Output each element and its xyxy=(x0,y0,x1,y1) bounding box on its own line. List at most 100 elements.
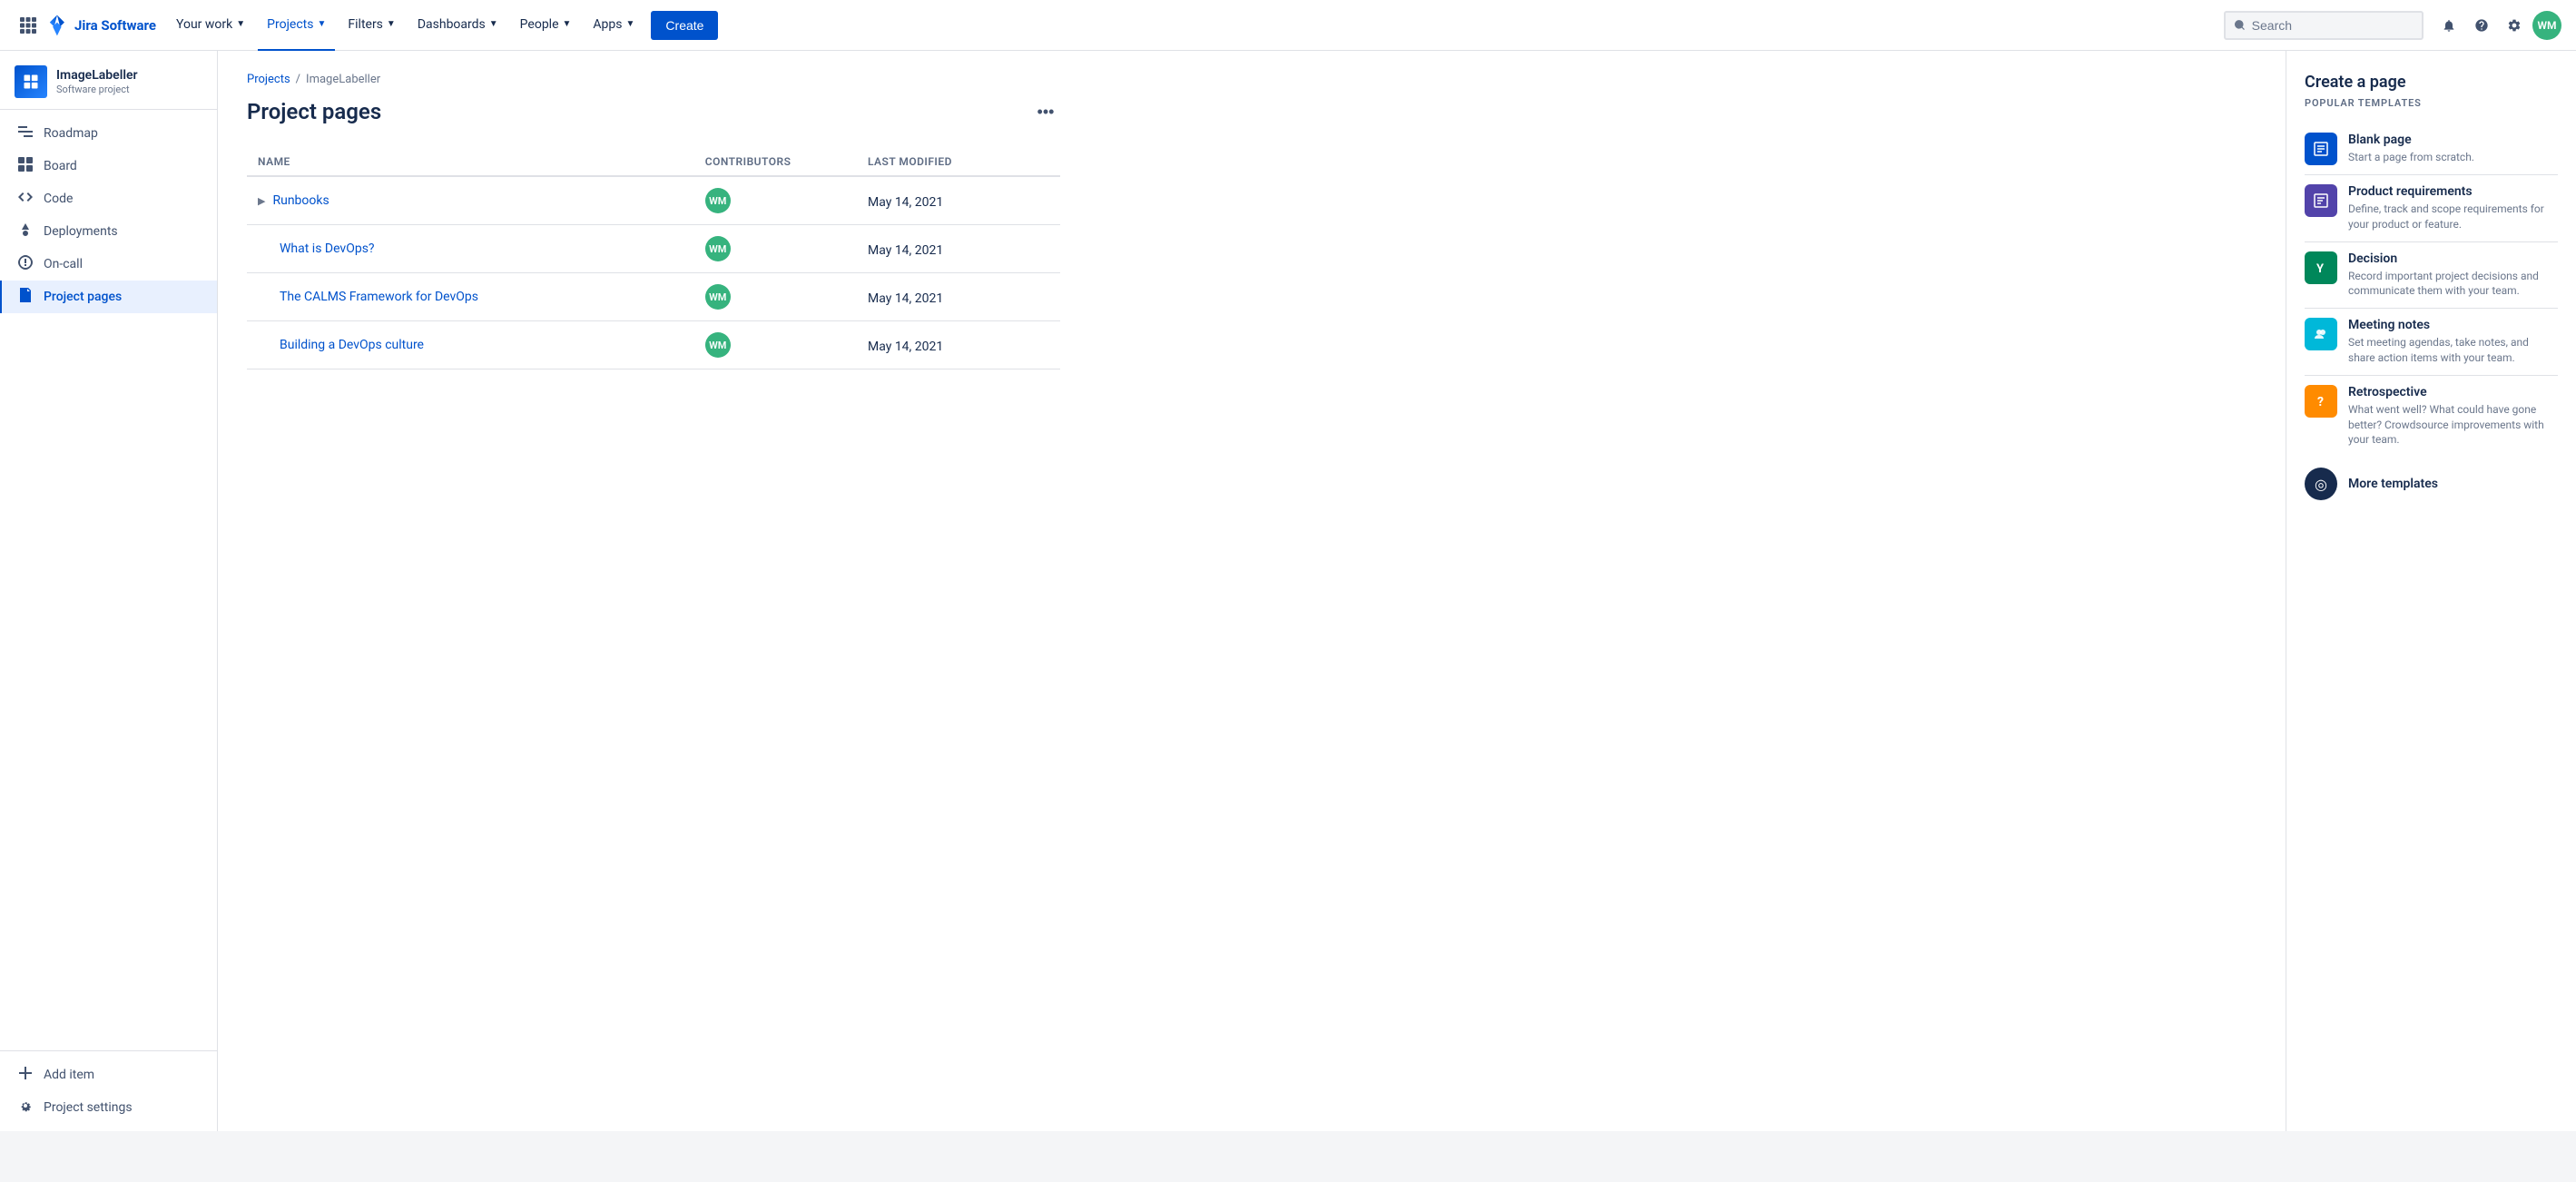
pages-table: Name Contributors Last modified ▶ Runboo… xyxy=(247,148,1060,369)
template-name: Decision xyxy=(2348,251,2558,266)
template-content: Retrospective What went well? What could… xyxy=(2348,385,2558,448)
template-content: Decision Record important project decisi… xyxy=(2348,251,2558,300)
dashboards-chevron-icon: ▼ xyxy=(489,19,498,29)
sidebar-item-oncall[interactable]: On-call xyxy=(0,248,217,281)
breadcrumb-separator: / xyxy=(296,73,300,86)
more-templates-item[interactable]: ◎ More templates xyxy=(2305,457,2558,511)
sidebar-item-board[interactable]: Board xyxy=(0,150,217,182)
board-icon xyxy=(16,157,34,175)
sidebar-navigation: Roadmap Board Code Deployments xyxy=(0,110,217,320)
project-info: ImageLabeller Software project xyxy=(56,68,138,95)
add-item-icon xyxy=(16,1066,34,1084)
people-chevron-icon: ▼ xyxy=(563,19,572,29)
table-row: The CALMS Framework for DevOps WM May 14… xyxy=(247,273,1060,321)
sidebar-item-roadmap[interactable]: Roadmap xyxy=(0,117,217,150)
template-name: Retrospective xyxy=(2348,385,2558,399)
project-pages-icon xyxy=(16,288,34,306)
sidebar-item-project-settings[interactable]: Project settings xyxy=(0,1091,217,1124)
template-desc: Start a page from scratch. xyxy=(2348,150,2474,165)
page-link[interactable]: What is DevOps? xyxy=(280,241,375,256)
help-icon xyxy=(2474,18,2489,33)
nav-people[interactable]: People ▼ xyxy=(511,0,581,51)
oncall-label: On-call xyxy=(44,257,83,271)
template-name: Meeting notes xyxy=(2348,318,2558,332)
create-button[interactable]: Create xyxy=(651,11,718,40)
table-row: Building a DevOps culture WM May 14, 202… xyxy=(247,321,1060,369)
code-label: Code xyxy=(44,192,73,206)
template-item-product-req[interactable]: Product requirements Define, track and s… xyxy=(2305,175,2558,241)
code-icon xyxy=(16,190,34,208)
user-avatar[interactable]: WM xyxy=(2532,11,2561,40)
template-content: Blank page Start a page from scratch. xyxy=(2348,133,2474,165)
project-header: ImageLabeller Software project xyxy=(0,51,217,110)
last-modified-date: May 14, 2021 xyxy=(868,195,943,210)
app-switcher-icon[interactable] xyxy=(15,12,42,39)
nav-your-work[interactable]: Your work ▼ xyxy=(167,0,254,51)
template-icon xyxy=(2305,318,2337,350)
search-input[interactable] xyxy=(2252,18,2413,33)
template-icon: Y xyxy=(2305,251,2337,284)
page-title-row: Project pages ••• xyxy=(247,97,1060,126)
more-options-button[interactable]: ••• xyxy=(1031,97,1060,126)
col-header-name: Name xyxy=(247,148,694,176)
page-name-cell: ▶ Runbooks xyxy=(258,193,683,208)
jira-logo[interactable]: Jira Software xyxy=(45,14,156,37)
notifications-button[interactable] xyxy=(2434,11,2463,40)
sidebar-item-project-pages[interactable]: Project pages xyxy=(0,281,217,313)
template-icon xyxy=(2305,184,2337,217)
topnav-icon-group: WM xyxy=(2434,11,2561,40)
main-content: Projects / ImageLabeller Project pages •… xyxy=(218,51,2286,1131)
search-box[interactable] xyxy=(2224,11,2424,40)
breadcrumb-current: ImageLabeller xyxy=(306,73,380,86)
contributor-avatar: WM xyxy=(705,332,731,358)
svg-text:?: ? xyxy=(2317,395,2324,409)
sidebar-item-add-item[interactable]: Add item xyxy=(0,1059,217,1091)
sidebar-item-code[interactable]: Code xyxy=(0,182,217,215)
col-header-contributors: Contributors xyxy=(694,148,857,176)
projects-chevron-icon: ▼ xyxy=(317,19,326,29)
breadcrumb-projects-link[interactable]: Projects xyxy=(247,73,290,86)
bell-icon xyxy=(2442,18,2456,33)
template-item-blank[interactable]: Blank page Start a page from scratch. xyxy=(2305,123,2558,174)
page-name-cell: What is DevOps? xyxy=(258,241,683,256)
search-icon xyxy=(2235,19,2247,32)
nav-filters[interactable]: Filters ▼ xyxy=(339,0,404,51)
page-expand-chevron[interactable]: ▶ xyxy=(258,195,265,207)
nav-apps[interactable]: Apps ▼ xyxy=(584,0,644,51)
last-modified-date: May 14, 2021 xyxy=(868,243,943,258)
nav-dashboards[interactable]: Dashboards ▼ xyxy=(408,0,507,51)
more-templates-label: More templates xyxy=(2348,477,2438,491)
page-link[interactable]: The CALMS Framework for DevOps xyxy=(280,290,478,304)
template-content: Meeting notes Set meeting agendas, take … xyxy=(2348,318,2558,366)
table-row: What is DevOps? WM May 14, 2021 xyxy=(247,225,1060,273)
deployments-label: Deployments xyxy=(44,224,118,239)
template-name: Blank page xyxy=(2348,133,2474,147)
sidebar: ImageLabeller Software project Roadmap B… xyxy=(0,51,218,1131)
last-modified-date: May 14, 2021 xyxy=(868,291,943,306)
help-button[interactable] xyxy=(2467,11,2496,40)
contributor-avatar: WM xyxy=(705,188,731,213)
deployments-icon xyxy=(16,222,34,241)
last-modified-date: May 14, 2021 xyxy=(868,340,943,354)
table-row: ▶ Runbooks WM May 14, 2021 xyxy=(247,176,1060,225)
nav-projects[interactable]: Projects ▼ xyxy=(258,0,335,51)
page-link[interactable]: Runbooks xyxy=(272,193,329,208)
brand-name: Jira Software xyxy=(74,17,156,34)
board-label: Board xyxy=(44,159,77,173)
template-content: Product requirements Define, track and s… xyxy=(2348,184,2558,232)
project-pages-label: Project pages xyxy=(44,290,122,304)
template-item-meeting-notes[interactable]: Meeting notes Set meeting agendas, take … xyxy=(2305,309,2558,375)
settings-button[interactable] xyxy=(2500,11,2529,40)
page-name-cell: The CALMS Framework for DevOps xyxy=(258,290,683,304)
page-title: Project pages xyxy=(247,99,381,124)
template-desc: Record important project decisions and c… xyxy=(2348,269,2558,300)
template-item-decision[interactable]: Y Decision Record important project deci… xyxy=(2305,242,2558,309)
page-link[interactable]: Building a DevOps culture xyxy=(280,338,424,352)
filters-chevron-icon: ▼ xyxy=(387,19,396,29)
oncall-icon xyxy=(16,255,34,273)
template-desc: Define, track and scope requirements for… xyxy=(2348,202,2558,232)
project-settings-label: Project settings xyxy=(44,1100,133,1115)
top-navigation: Jira Software Your work ▼ Projects ▼ Fil… xyxy=(0,0,2576,51)
template-item-retrospective[interactable]: ? Retrospective What went well? What cou… xyxy=(2305,376,2558,457)
sidebar-item-deployments[interactable]: Deployments xyxy=(0,215,217,248)
